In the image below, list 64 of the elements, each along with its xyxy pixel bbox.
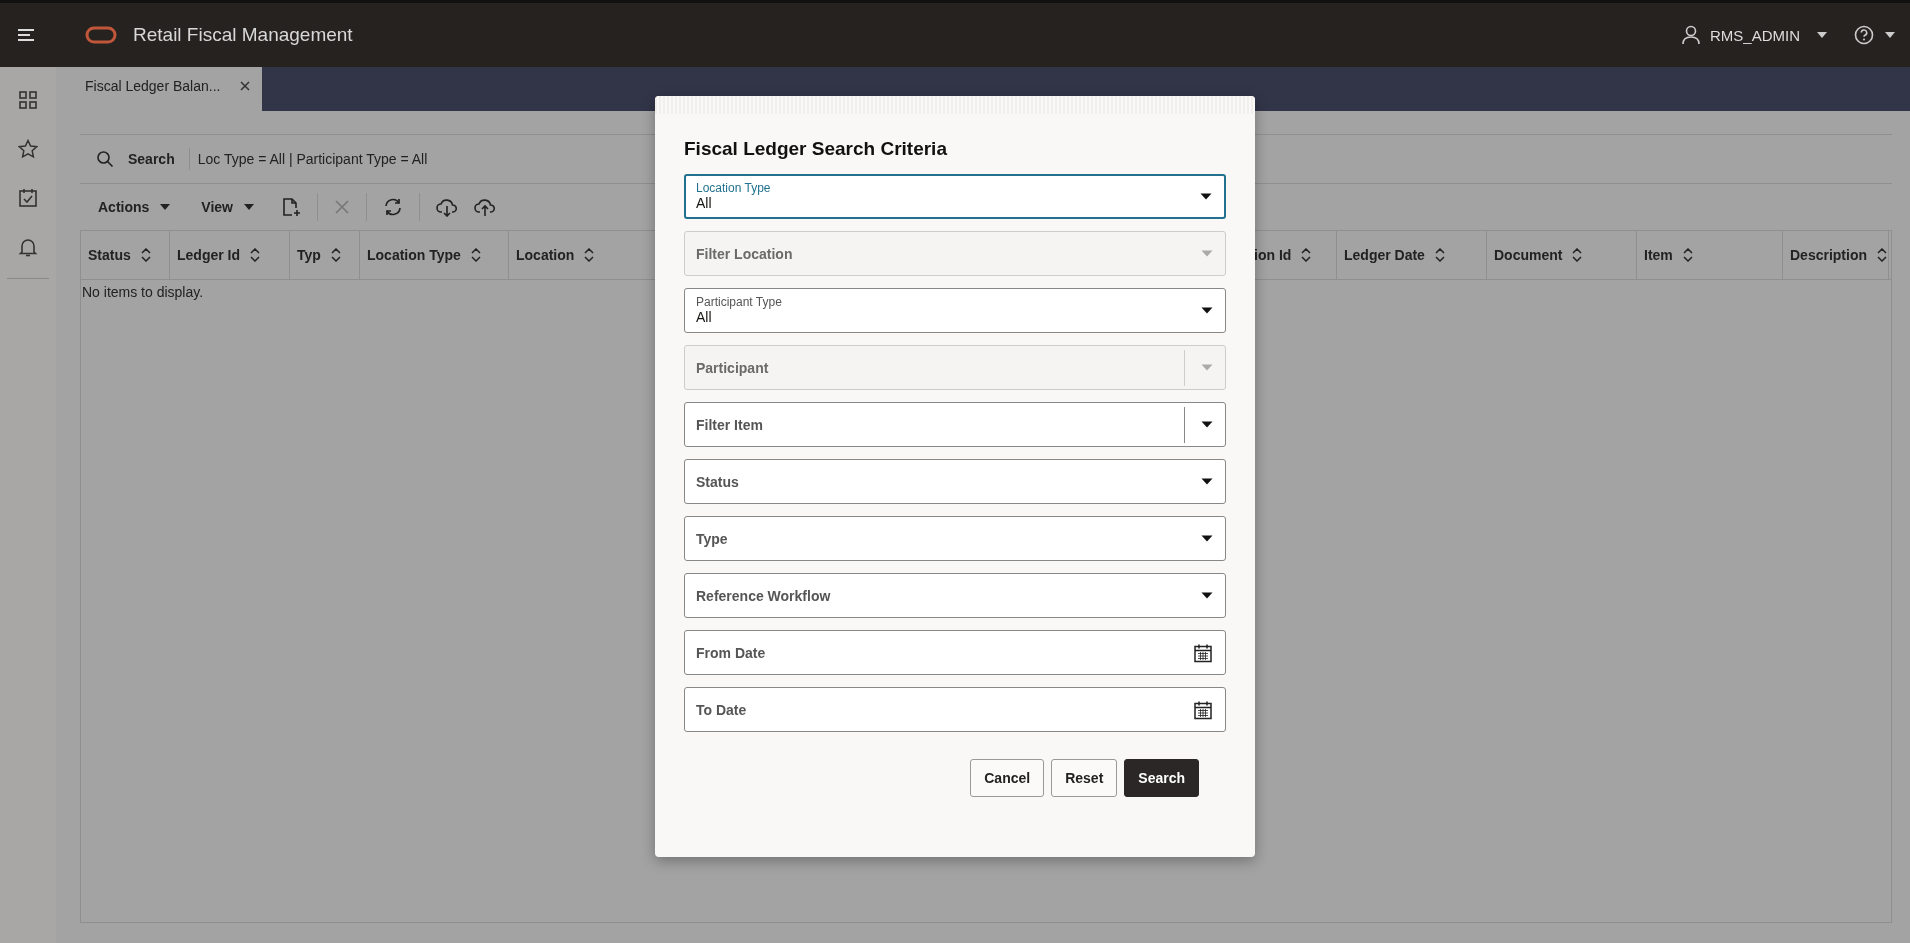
- caret-icon[interactable]: [1201, 592, 1213, 599]
- column-header[interactable]: Location Type: [360, 231, 509, 279]
- date-field[interactable]: From Date: [684, 630, 1226, 675]
- dropdown-field[interactable]: Reference Workflow: [684, 573, 1226, 618]
- dashboard-icon[interactable]: [18, 90, 38, 110]
- caret-icon[interactable]: [159, 203, 172, 211]
- caret-icon[interactable]: [1201, 478, 1213, 485]
- search-criteria: Loc Type = All | Participant Type = All: [188, 148, 428, 170]
- menu-icon[interactable]: [17, 28, 35, 42]
- sort-icon[interactable]: [1877, 248, 1887, 262]
- date-field[interactable]: To Date: [684, 687, 1226, 732]
- tab[interactable]: Fiscal Ledger Balan...: [56, 67, 262, 111]
- dropdown-field[interactable]: Filter Item: [684, 402, 1226, 447]
- app-title: Retail Fiscal Management: [133, 24, 353, 46]
- dropdown-field[interactable]: Location Type All: [684, 174, 1226, 219]
- sort-icon[interactable]: [1572, 248, 1583, 262]
- add-document-icon[interactable]: [281, 197, 301, 217]
- column-header[interactable]: Typ: [290, 231, 360, 279]
- sort-icon[interactable]: [470, 248, 481, 262]
- dropdown-field[interactable]: Status: [684, 459, 1226, 504]
- column-header[interactable]: Document: [1487, 231, 1637, 279]
- column-header[interactable]: Item: [1637, 231, 1783, 279]
- menu-button[interactable]: Actions: [94, 195, 176, 219]
- dialog-button[interactable]: Reset: [1051, 759, 1118, 797]
- sort-icon[interactable]: [250, 248, 260, 262]
- help-icon[interactable]: [1854, 25, 1874, 45]
- sort-icon[interactable]: [1682, 248, 1693, 262]
- sort-icon[interactable]: [584, 248, 595, 262]
- cloud-upload-icon[interactable]: [474, 197, 496, 217]
- dropdown-field[interactable]: Type: [684, 516, 1226, 561]
- caret-icon[interactable]: [1200, 193, 1212, 200]
- dialog-button[interactable]: Cancel: [970, 759, 1045, 797]
- caret-icon[interactable]: [1201, 535, 1213, 542]
- caret-icon[interactable]: [1816, 31, 1828, 39]
- calendar-check-icon[interactable]: [18, 188, 38, 208]
- refresh-icon[interactable]: [383, 197, 403, 217]
- sort-icon[interactable]: [1301, 248, 1312, 262]
- user-name[interactable]: RMS_ADMIN: [1710, 26, 1800, 44]
- caret-icon[interactable]: [1201, 307, 1213, 314]
- column-header[interactable]: Ledger Id: [170, 231, 290, 279]
- calendar-icon[interactable]: [1193, 642, 1213, 663]
- sort-icon[interactable]: [140, 248, 151, 262]
- calendar-icon[interactable]: [1193, 699, 1213, 720]
- cloud-download-icon[interactable]: [436, 197, 458, 217]
- column-header[interactable]: Ledger Date: [1337, 231, 1487, 279]
- sort-icon[interactable]: [330, 248, 341, 262]
- search-button[interactable]: Search: [1124, 759, 1199, 797]
- menu-button[interactable]: View: [197, 195, 259, 219]
- caret-icon[interactable]: [1884, 31, 1896, 39]
- column-header[interactable]: Status: [81, 231, 170, 279]
- search-icon[interactable]: [96, 150, 114, 168]
- search-button[interactable]: Search: [80, 150, 189, 168]
- bell-icon[interactable]: [18, 237, 38, 257]
- sort-icon[interactable]: [1434, 248, 1445, 262]
- empty-message: No items to display.: [81, 283, 205, 302]
- dropdown-field[interactable]: Participant Type All: [684, 288, 1226, 333]
- dialog-title: Fiscal Ledger Search Criteria: [684, 138, 948, 160]
- close-icon[interactable]: [240, 81, 250, 91]
- caret-icon[interactable]: [1201, 421, 1213, 428]
- caret-icon[interactable]: [243, 203, 255, 211]
- user-icon[interactable]: [1682, 25, 1700, 45]
- star-icon[interactable]: [18, 139, 38, 159]
- logo-icon: [85, 26, 117, 44]
- column-header[interactable]: Description: [1783, 231, 1889, 279]
